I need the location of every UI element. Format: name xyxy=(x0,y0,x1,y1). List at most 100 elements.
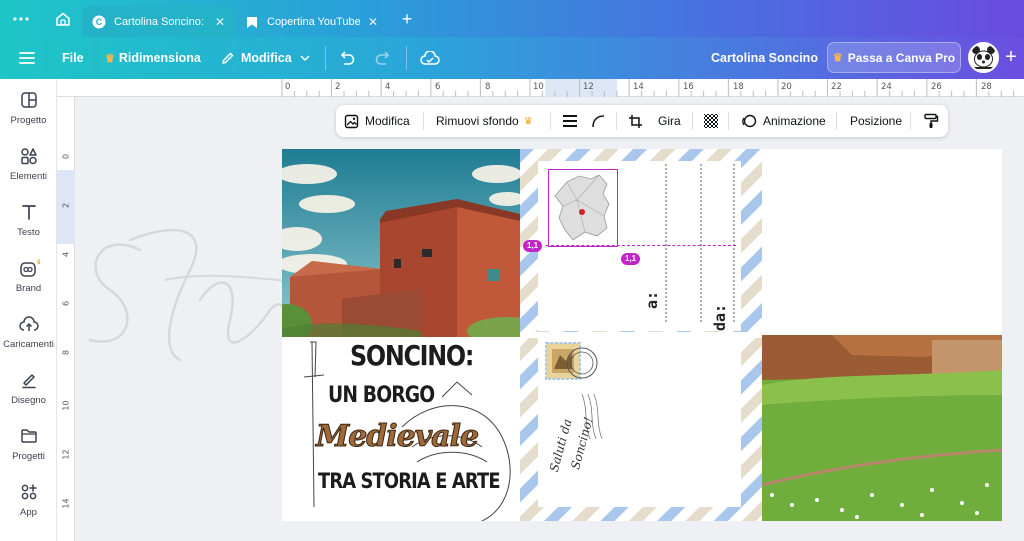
flip-button[interactable]: Gira xyxy=(658,105,681,137)
bookmark-favicon-icon xyxy=(245,15,259,29)
draw-icon xyxy=(18,369,40,391)
toolbar-divider xyxy=(616,112,617,130)
resize-menu[interactable]: ♛ Ridimensiona xyxy=(105,37,201,79)
left-sidebar: Progetto Elementi Testo ♛ Brand Caricame… xyxy=(0,79,57,541)
ruler-label: 8 xyxy=(485,82,491,92)
paint-roller-icon[interactable] xyxy=(923,105,939,137)
position-button[interactable]: Posizione xyxy=(850,105,902,137)
crown-icon: ♛ xyxy=(523,115,533,127)
address-to-label[interactable]: a: xyxy=(643,291,661,309)
redo-icon[interactable] xyxy=(374,37,392,79)
sidebar-label: Progetti xyxy=(12,450,45,462)
sidebar-item-progetto[interactable]: Progetto xyxy=(0,79,57,135)
ruler-label: 0 xyxy=(61,153,71,160)
edit-label: Modifica xyxy=(241,51,292,65)
edit-image-button[interactable]: Modifica xyxy=(344,105,410,137)
file-menu[interactable]: File xyxy=(62,37,84,79)
browser-tab-active[interactable]: C Cartolina Soncino: ... ✕ xyxy=(82,6,235,37)
canva-favicon-icon: C xyxy=(92,15,106,29)
undo-icon[interactable] xyxy=(338,37,356,79)
sidebar-item-testo[interactable]: Testo xyxy=(0,191,57,247)
remove-background-button[interactable]: Rimuovi sfondo ♛ xyxy=(436,105,533,137)
transparency-icon[interactable] xyxy=(703,105,719,137)
sidebar-item-caricamenti[interactable]: Caricamenti xyxy=(0,303,57,359)
ruler-label: 10 xyxy=(61,400,71,411)
toolbar-divider xyxy=(910,112,911,130)
svg-text:♛: ♛ xyxy=(36,258,40,266)
ruler-label: 28 xyxy=(981,82,992,92)
castle-image[interactable] xyxy=(282,149,520,337)
ruler-label: 12 xyxy=(61,449,71,460)
home-icon[interactable] xyxy=(50,6,76,32)
tab-title: Copertina YouTube... xyxy=(267,15,360,28)
sidebar-label: Caricamenti xyxy=(3,338,54,350)
shapes-icon xyxy=(18,145,40,167)
folder-icon xyxy=(18,425,40,447)
sidebar-item-progetti[interactable]: Progetti xyxy=(0,415,57,471)
sidebar-item-brand[interactable]: ♛ Brand xyxy=(0,247,57,303)
new-tab-button[interactable]: + xyxy=(394,6,420,32)
toolbar-divider xyxy=(692,112,693,130)
layout-icon xyxy=(18,89,40,111)
menu-icon[interactable] xyxy=(18,37,36,79)
toolbar-divider xyxy=(728,112,729,130)
tab-title: Cartolina Soncino: ... xyxy=(114,15,207,28)
ruler-horizontal[interactable]: 0 2 4 6 8 10 12 14 16 18 20 22 24 26 28 xyxy=(57,79,1024,97)
title-line-3[interactable]: Medievale xyxy=(315,419,479,455)
ruler-label: 22 xyxy=(831,82,842,92)
selection-handle[interactable]: 1,1 xyxy=(621,253,641,265)
document-title[interactable]: Cartolina Soncino xyxy=(711,37,818,79)
animate-icon xyxy=(741,113,757,129)
ruler-label: 12 xyxy=(583,82,594,92)
meadow-image[interactable] xyxy=(762,335,1002,521)
sidebar-item-disegno[interactable]: Disegno xyxy=(0,359,57,415)
address-from-label[interactable]: da: xyxy=(711,304,729,331)
browser-tab-bar: C Cartolina Soncino: ... ✕ Copertina You… xyxy=(0,0,1024,37)
ruler-label: 14 xyxy=(61,498,71,509)
browser-tab[interactable]: Copertina YouTube... ✕ xyxy=(235,6,388,37)
edit-menu[interactable]: Modifica xyxy=(220,37,310,79)
close-tab-icon[interactable]: ✕ xyxy=(368,15,378,29)
ruler-label: 14 xyxy=(633,82,644,92)
crown-icon: ♛ xyxy=(105,52,115,65)
pencil-icon xyxy=(220,51,235,66)
animate-button[interactable]: Animazione xyxy=(741,105,826,137)
upgrade-pro-button[interactable]: ♛ Passa a Canva Pro xyxy=(827,42,961,73)
title-line-1[interactable]: SONCINO: xyxy=(350,339,474,372)
add-button[interactable]: + xyxy=(1000,45,1022,69)
map-image-selected[interactable] xyxy=(548,169,618,247)
header-divider xyxy=(325,46,326,70)
ruler-label: 18 xyxy=(733,82,744,92)
edit-image-label: Modifica xyxy=(365,114,410,128)
ruler-label: 10 xyxy=(533,82,544,92)
crop-icon[interactable] xyxy=(628,105,643,137)
cloud-save-icon[interactable] xyxy=(420,37,440,79)
more-icon[interactable] xyxy=(8,6,34,32)
editor-header: File ♛ Ridimensiona Modifica Cartolina S… xyxy=(0,37,1024,79)
header-divider xyxy=(406,46,407,70)
title-line-4[interactable]: TRA STORIA E ARTE xyxy=(318,469,501,493)
sidebar-label: App xyxy=(20,506,37,518)
sidebar-item-app[interactable]: App xyxy=(0,471,57,527)
title-line-2[interactable]: UN BORGO xyxy=(328,383,435,408)
sidebar-label: Elementi xyxy=(10,170,47,182)
ruler-label: 20 xyxy=(781,82,792,92)
selection-handle[interactable]: 1,1 xyxy=(523,240,543,252)
avatar[interactable] xyxy=(968,42,999,73)
animate-label: Animazione xyxy=(763,114,826,128)
context-toolbar: Modifica Rimuovi sfondo ♛ Gira Animazion… xyxy=(336,105,948,137)
chevron-down-icon xyxy=(300,55,310,61)
close-tab-icon[interactable]: ✕ xyxy=(215,15,225,29)
ruler-label: 0 xyxy=(285,82,291,92)
sidebar-item-elementi[interactable]: Elementi xyxy=(0,135,57,191)
remove-bg-label: Rimuovi sfondo xyxy=(436,114,519,128)
design-page[interactable]: a: da: 1,1 1,1 Saluti da Soncino! SONCIN… xyxy=(282,149,1002,521)
sidebar-label: Disegno xyxy=(11,394,46,406)
apps-icon xyxy=(18,481,40,503)
sidebar-label: Brand xyxy=(15,282,42,294)
corner-rounding-icon[interactable] xyxy=(591,105,605,137)
border-style-icon[interactable] xyxy=(562,105,578,137)
crown-icon: ♛ xyxy=(832,52,843,64)
ruler-label: 26 xyxy=(931,82,942,92)
toolbar-divider xyxy=(423,112,424,130)
